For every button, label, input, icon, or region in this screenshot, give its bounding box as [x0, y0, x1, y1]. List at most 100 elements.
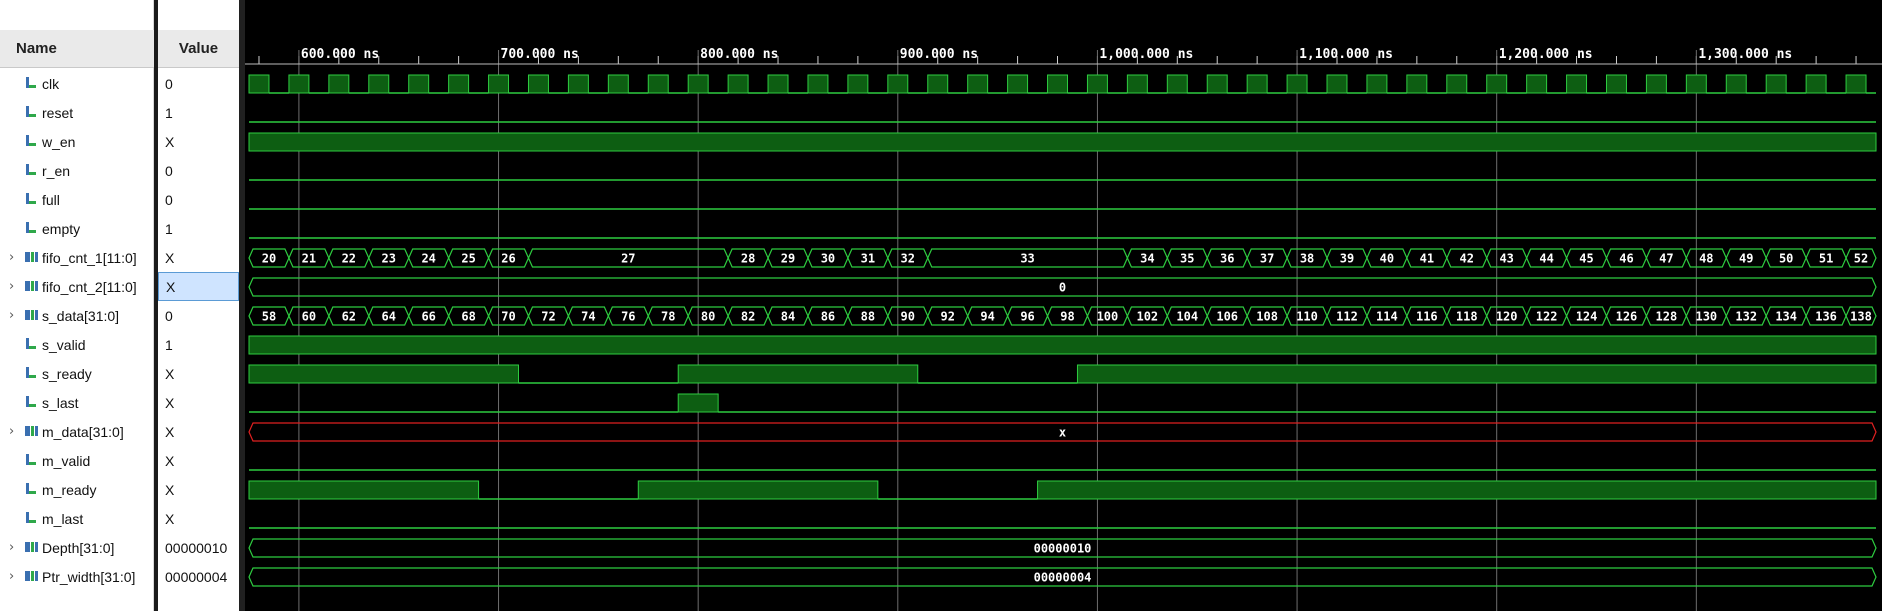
expand-chevron-icon[interactable]: › — [9, 250, 14, 265]
expand-chevron-icon[interactable]: › — [9, 424, 14, 439]
signal-value[interactable]: X — [158, 388, 239, 417]
signal-value[interactable]: 1 — [158, 214, 239, 243]
signal-bus-icon — [25, 568, 39, 584]
signal-row[interactable]: m_last — [0, 504, 154, 533]
clk-wave-high — [807, 74, 829, 94]
s_data-bus-value: 60 — [302, 310, 316, 324]
name-column-header[interactable]: Name — [0, 30, 154, 68]
s_data-bus-value: 128 — [1656, 310, 1678, 324]
signal-row[interactable]: › Ptr_width[31:0] — [0, 562, 154, 591]
signal-row[interactable]: s_ready — [0, 359, 154, 388]
fifo_cnt_1-bus-value: 48 — [1699, 252, 1713, 266]
expand-chevron-icon[interactable]: › — [9, 279, 14, 294]
signal-row[interactable]: s_last — [0, 388, 154, 417]
clk-wave-high — [1845, 74, 1867, 94]
time-tick-label: 800.000 ns — [700, 47, 778, 62]
signal-name: fifo_cnt_2[11:0] — [42, 278, 137, 295]
signal-value[interactable]: X — [158, 359, 239, 388]
signal-value[interactable]: 0 — [158, 69, 239, 98]
time-tick-label: 1,100.000 ns — [1299, 47, 1393, 62]
signal-row[interactable]: m_ready — [0, 475, 154, 504]
signal-bit-icon — [25, 133, 39, 149]
m_ready-wave-high — [1037, 480, 1877, 500]
signal-row[interactable]: w_en — [0, 127, 154, 156]
signal-name: m_data[31:0] — [42, 423, 124, 440]
Depth-bus-value: 00000010 — [1034, 542, 1092, 556]
clk-wave-high — [1326, 74, 1348, 94]
signal-value[interactable]: 1 — [158, 330, 239, 359]
signal-row[interactable]: › m_data[31:0] — [0, 417, 154, 446]
signal-bit-icon — [25, 365, 39, 381]
clk-wave-high — [1446, 74, 1468, 94]
time-tick-label: 1,300.000 ns — [1698, 47, 1792, 62]
fifo_cnt_1-bus-value: 50 — [1779, 252, 1793, 266]
signal-bus-icon — [25, 539, 39, 555]
clk-wave-high — [1765, 74, 1787, 94]
signal-row[interactable]: reset — [0, 98, 154, 127]
signal-row[interactable]: r_en — [0, 156, 154, 185]
s_ready-wave-high — [248, 364, 520, 384]
expand-chevron-icon[interactable]: › — [9, 569, 14, 584]
signal-bus-icon — [25, 307, 39, 323]
s_data-bus-value: 112 — [1336, 310, 1358, 324]
fifo_cnt_1-bus-value: 25 — [461, 252, 475, 266]
signal-name: fifo_cnt_1[11:0] — [42, 249, 137, 266]
signal-row[interactable]: full — [0, 185, 154, 214]
signal-value[interactable]: 0 — [158, 301, 239, 330]
signal-value[interactable]: 0 — [158, 185, 239, 214]
s_data-bus-value: 64 — [382, 310, 396, 324]
signal-value[interactable]: X — [158, 243, 239, 272]
value-header-label: Value — [178, 40, 219, 57]
s_data-bus-value: 94 — [980, 310, 994, 324]
fifo_cnt_1-bus-value: 38 — [1300, 252, 1314, 266]
value-column-header[interactable]: Value — [158, 30, 239, 68]
signal-value[interactable]: X — [158, 504, 239, 533]
signal-value[interactable]: 00000010 — [158, 533, 239, 562]
clk-wave-high — [1406, 74, 1428, 94]
fifo_cnt_1-bus-value: 21 — [302, 252, 316, 266]
signal-value[interactable]: X — [158, 475, 239, 504]
clk-wave-high — [1605, 74, 1627, 94]
fifo_cnt_1-bus-value: 34 — [1140, 252, 1154, 266]
signal-value[interactable]: X — [158, 417, 239, 446]
fifo_cnt_1-bus-value: 36 — [1220, 252, 1234, 266]
signal-row[interactable]: clk — [0, 69, 154, 98]
signal-value[interactable]: 0 — [158, 156, 239, 185]
s_data-bus-value: 80 — [701, 310, 715, 324]
signal-value[interactable]: X — [158, 446, 239, 475]
signal-name: clk — [42, 75, 60, 92]
clk-wave-high — [248, 74, 270, 94]
s_data-bus-value: 118 — [1456, 310, 1478, 324]
s_data-bus-value: 122 — [1536, 310, 1558, 324]
expand-chevron-icon[interactable]: › — [9, 540, 14, 555]
s_data-bus-value: 106 — [1216, 310, 1238, 324]
signal-row[interactable]: m_valid — [0, 446, 154, 475]
signal-name: s_last — [42, 394, 79, 411]
signal-value[interactable]: 1 — [158, 98, 239, 127]
fifo_cnt_1-bus-value: 33 — [1020, 252, 1034, 266]
signal-row[interactable]: › fifo_cnt_2[11:0] — [0, 272, 154, 301]
s_data-bus-value: 84 — [781, 310, 795, 324]
time-tick-label: 1,200.000 ns — [1499, 47, 1593, 62]
fifo_cnt_1-bus-value: 22 — [342, 252, 356, 266]
clk-wave-high — [328, 74, 350, 94]
s_data-bus-value: 72 — [541, 310, 555, 324]
s_ready-wave-high — [677, 364, 919, 384]
signal-value[interactable]: X — [158, 272, 239, 301]
signal-row[interactable]: › Depth[31:0] — [0, 533, 154, 562]
fifo_cnt_2-bus-value: 0 — [1059, 281, 1066, 295]
signal-value[interactable]: X — [158, 127, 239, 156]
signal-row[interactable]: › fifo_cnt_1[11:0] — [0, 243, 154, 272]
clk-wave-high — [1366, 74, 1388, 94]
signal-row[interactable]: s_valid — [0, 330, 154, 359]
waveform-viewer[interactable]: 600.000 ns 700.000 ns 800.000 ns 900.000 ns… — [245, 0, 1882, 611]
signal-row[interactable]: › s_data[31:0] — [0, 301, 154, 330]
s_data-bus-value: 74 — [581, 310, 595, 324]
clk-wave-high — [1126, 74, 1148, 94]
signal-name: m_last — [42, 510, 84, 527]
signal-row[interactable]: empty — [0, 214, 154, 243]
signal-value[interactable]: 00000004 — [158, 562, 239, 591]
expand-chevron-icon[interactable]: › — [9, 308, 14, 323]
signal-bit-icon — [25, 104, 39, 120]
time-tick-label: 1,000.000 ns — [1099, 47, 1193, 62]
